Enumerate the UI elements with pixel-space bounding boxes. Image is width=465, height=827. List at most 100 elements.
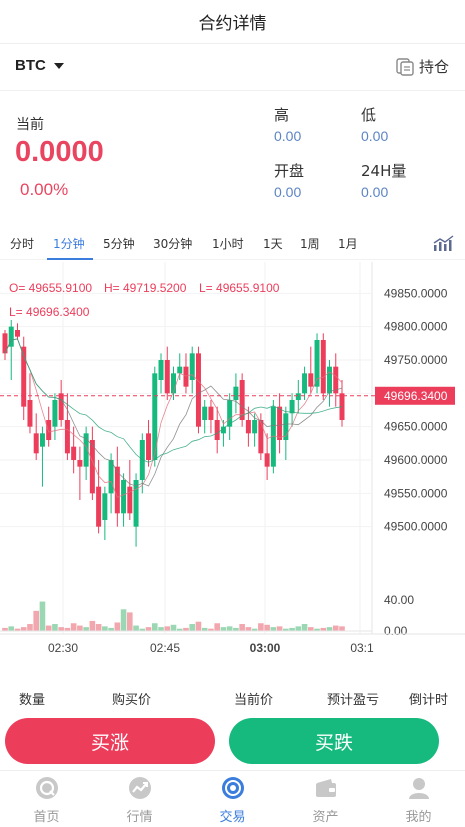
trade-actions: 买涨 买跌: [0, 716, 465, 766]
volume-bar: [33, 610, 40, 631]
low-value: 0.00: [361, 128, 389, 144]
x-tick-label: 02:30: [48, 641, 78, 655]
candle-body: [102, 493, 108, 520]
volume-bar: [151, 623, 158, 631]
col-current-price: 当前价: [234, 693, 274, 708]
change-percent: 0.00%: [20, 180, 69, 199]
volume-bar: [127, 612, 133, 631]
volume-bar: [114, 622, 121, 631]
col-buy-price: 购买价: [112, 693, 152, 708]
high-label: 高: [274, 106, 290, 124]
buy-up-button[interactable]: 买涨: [5, 718, 215, 764]
home-icon: [35, 777, 58, 799]
candle-body: [158, 360, 164, 380]
current-label: 当前: [16, 117, 44, 133]
candle-body: [208, 406, 214, 420]
period-tabs: 分时 1分钟 5分钟 30分钟 1小时 1天 1周 1月: [0, 226, 465, 260]
volume-bar: [102, 626, 108, 631]
y-tick-label: 49650.0000: [384, 420, 448, 434]
candle-body: [58, 393, 64, 420]
volume-bar: [189, 624, 196, 631]
volume-bar: [77, 625, 83, 631]
caret-down-icon: [53, 62, 64, 69]
open-value: 0.00: [274, 184, 302, 200]
volume-bar: [245, 627, 252, 631]
volume-bar: [214, 623, 220, 631]
period-tab-active[interactable]: 1分钟: [53, 235, 85, 252]
candle-body: [308, 373, 314, 387]
period-tab[interactable]: 30分钟: [153, 235, 192, 252]
candlestick-chart[interactable]: O= 49655.9100 H= 49719.5200 L= 49655.910…: [0, 262, 465, 662]
volume-bar: [195, 621, 202, 631]
period-tab[interactable]: 5分钟: [103, 235, 135, 252]
volume-bar: [52, 624, 58, 631]
volume-bar: [89, 620, 96, 631]
user-icon: [408, 778, 429, 799]
period-tab[interactable]: 1小时: [212, 235, 244, 252]
holdings-button[interactable]: 持仓: [395, 56, 449, 77]
wallet-icon: [315, 779, 336, 797]
candle-body: [183, 366, 189, 387]
volume-bar: [27, 624, 33, 631]
volume-bar: [326, 627, 333, 631]
period-tab[interactable]: 1月: [338, 235, 358, 252]
candle-body: [46, 420, 52, 440]
volume-bar: [164, 626, 171, 631]
period-tab[interactable]: 分时: [10, 235, 34, 252]
candle-body: [27, 400, 33, 427]
tab-label: 首页: [33, 810, 60, 825]
candle-body: [39, 433, 45, 447]
candle-body: [202, 406, 208, 420]
candle-body: [146, 433, 152, 460]
candle-body: [277, 406, 283, 440]
tab-assets[interactable]: 资产: [279, 775, 372, 827]
ohlc-open: O= 49655.9100: [9, 281, 92, 295]
y-tick-label: 49750.0000: [384, 353, 448, 367]
tab-profile[interactable]: 我的: [372, 775, 465, 827]
volume-bar: [220, 627, 227, 631]
ohlc-low: L= 49655.9100: [199, 281, 280, 295]
tab-home[interactable]: 首页: [0, 775, 93, 827]
indicator-chart-icon[interactable]: [433, 234, 455, 252]
tab-label: 交易: [219, 810, 246, 825]
candle-body: [258, 420, 264, 454]
period-tab[interactable]: 1周: [300, 235, 320, 252]
volume-bar: [145, 627, 152, 631]
volume-bar: [258, 623, 264, 631]
volume-bar: [83, 627, 89, 631]
y-tick-label: 49500.0000: [384, 520, 448, 534]
tab-trade[interactable]: 交易: [186, 775, 279, 827]
tab-label: 我的: [405, 810, 432, 825]
candle-body: [164, 360, 170, 394]
volume-bar: [120, 609, 127, 631]
volume-bar: [270, 627, 277, 631]
y-tick-label: 49800.0000: [384, 320, 448, 334]
ohlc-high: H= 49719.5200: [104, 281, 187, 295]
volume-bar: [20, 627, 27, 631]
candle-body: [327, 366, 333, 394]
symbol-bar: BTC 持仓: [0, 45, 465, 91]
tab-label: 资产: [312, 810, 339, 825]
buy-down-button[interactable]: 买跌: [229, 718, 439, 764]
col-expected-pnl: 预计盈亏: [327, 693, 380, 708]
candle-body: [108, 460, 114, 494]
period-tab[interactable]: 1天: [263, 235, 283, 252]
holdings-icon: [396, 57, 414, 76]
page-title: 合约详情: [0, 0, 465, 44]
market-icon: [128, 777, 151, 799]
price-panel: 当前 0.0000 0.00% 高 0.00 低 0.00 开盘 0.00 24…: [0, 92, 465, 222]
volume-bar: [239, 624, 245, 631]
order-table-header: 数量 购买价 当前价 预计盈亏 倒计时: [0, 686, 465, 708]
candle-body: [71, 446, 77, 460]
x-tick-label: 03:00: [250, 641, 281, 655]
candle-body: [214, 420, 220, 440]
symbol-selector[interactable]: BTC: [15, 57, 64, 74]
tab-market[interactable]: 行情: [93, 775, 186, 827]
volume-bar: [95, 624, 102, 631]
current-price-tag-label: 49696.3400: [384, 389, 448, 403]
candle-body: [252, 420, 258, 434]
holdings-label: 持仓: [418, 58, 449, 76]
candle-body: [314, 340, 320, 387]
high-value: 0.00: [274, 128, 302, 144]
candle-body: [52, 400, 58, 427]
